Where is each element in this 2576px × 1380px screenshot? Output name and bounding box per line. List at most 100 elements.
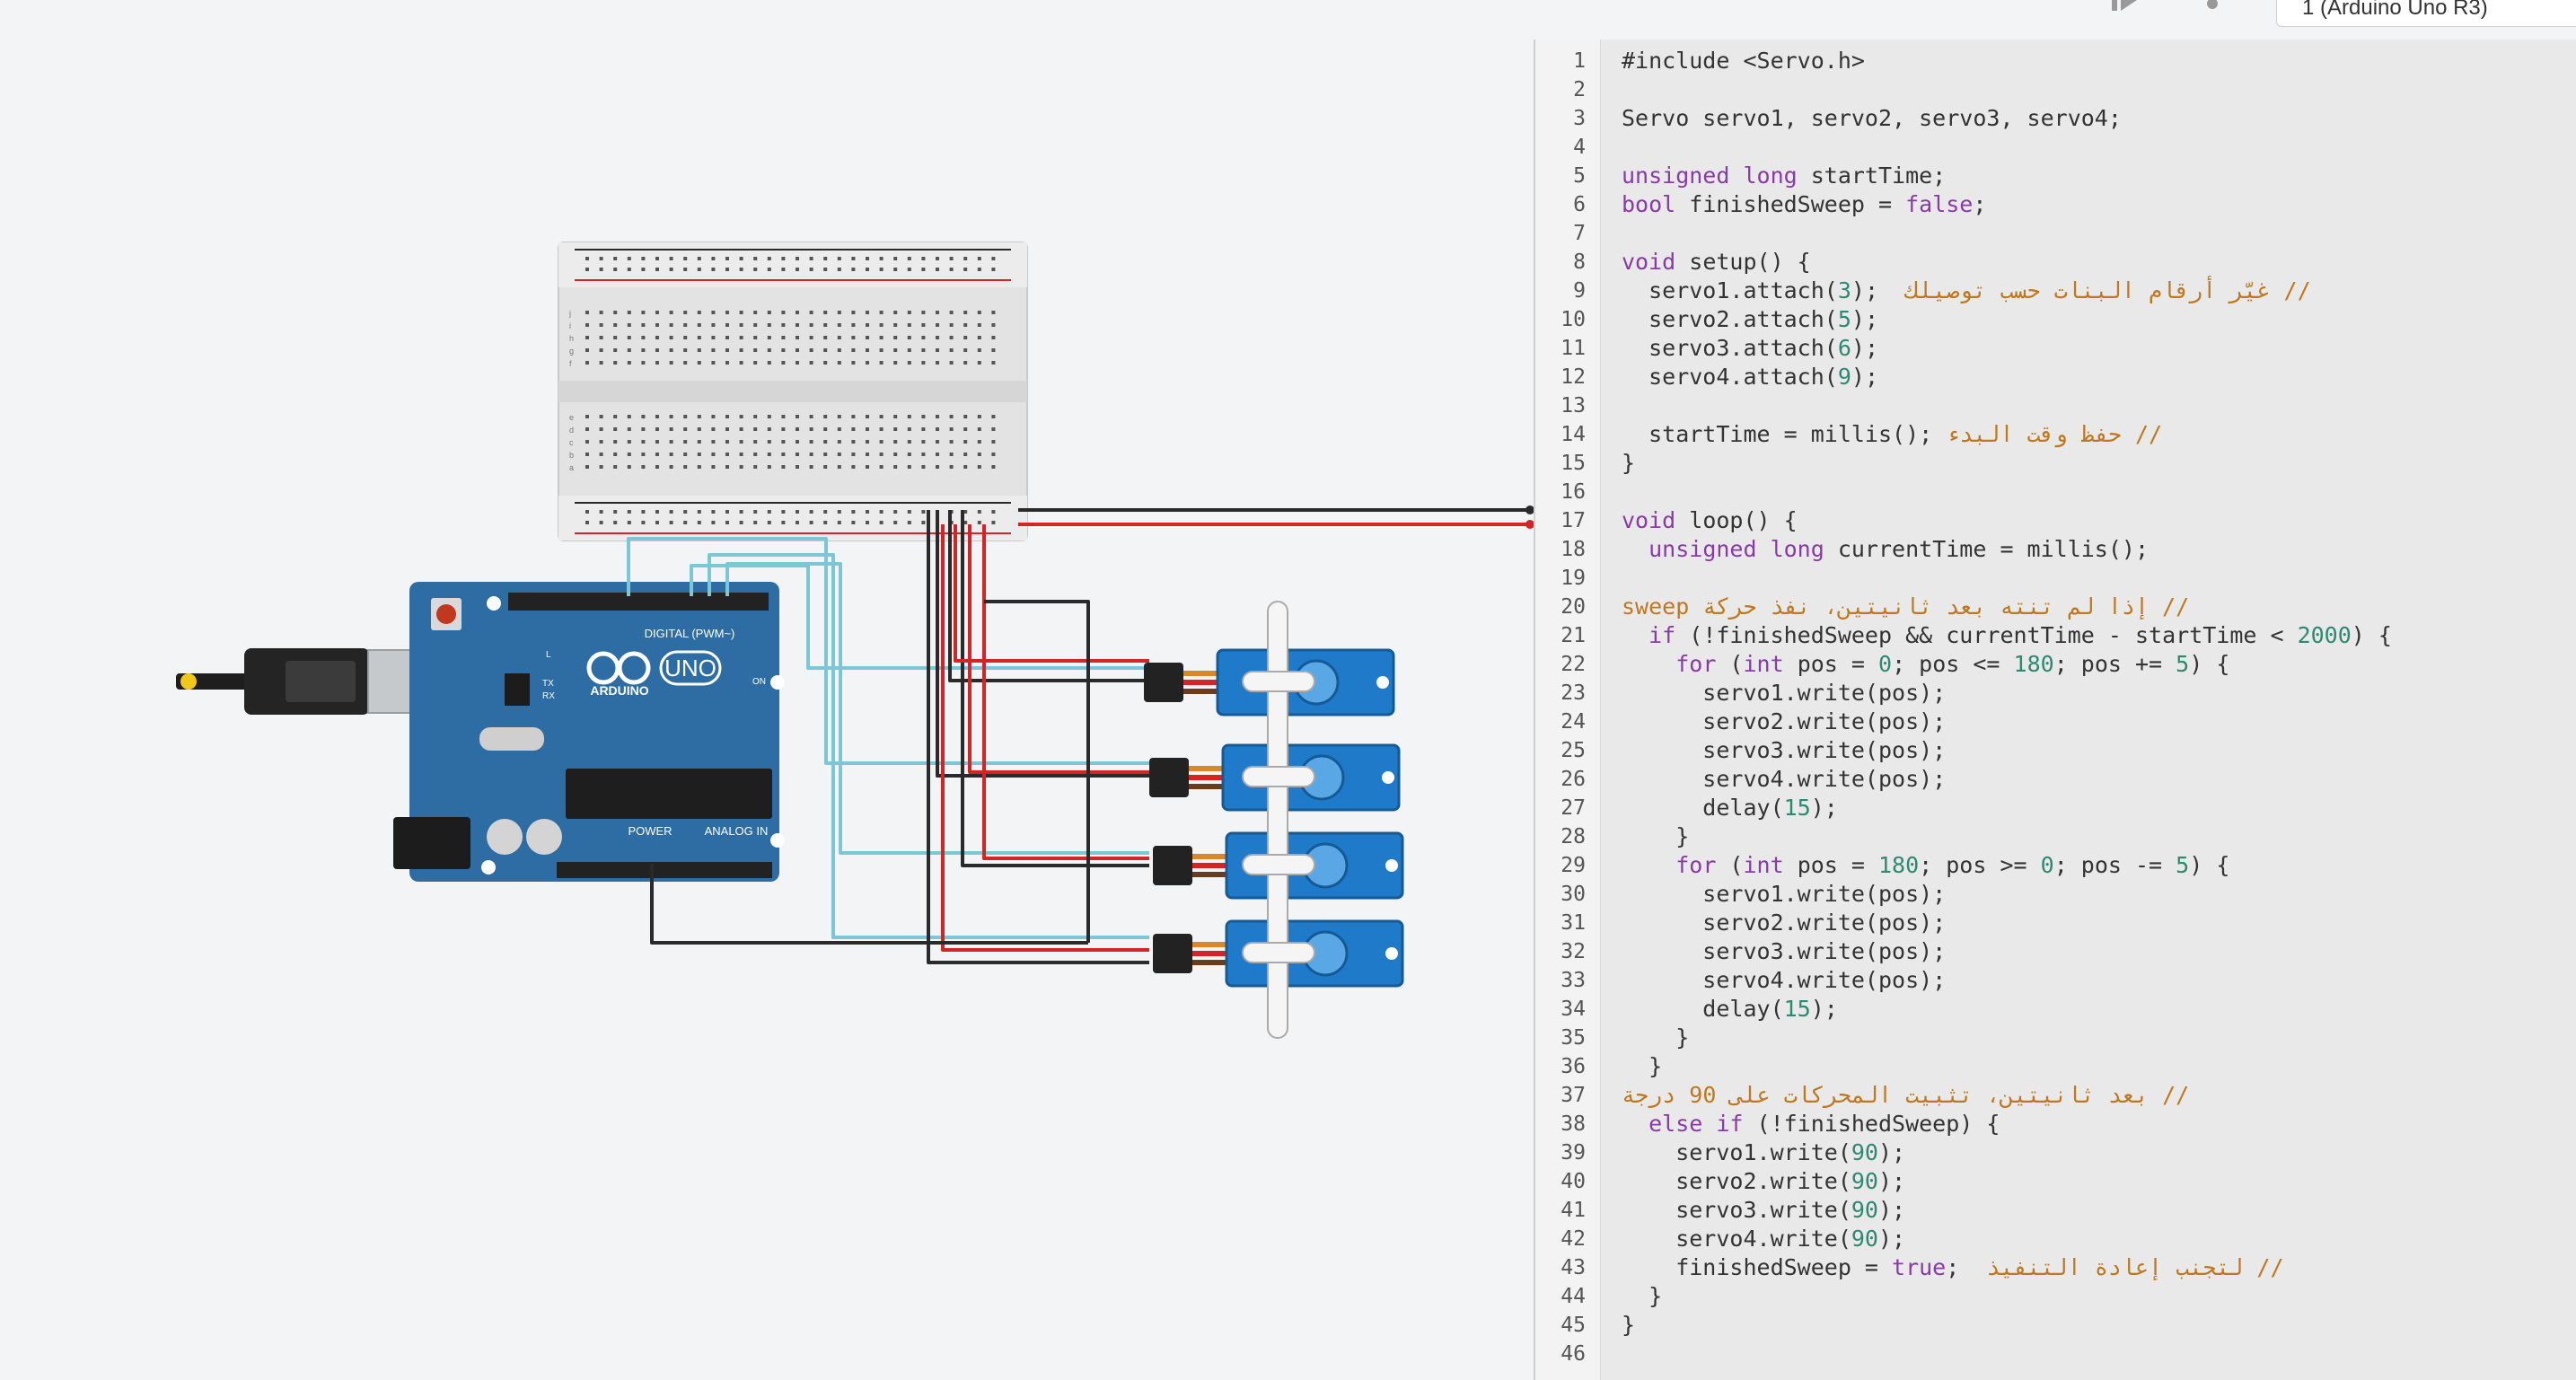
code-token: servo4.attach( [1622,364,1838,390]
code-line[interactable]: 32 servo3.write(pos); [1535,937,2576,966]
code-text: void loop() { [1622,506,1798,535]
code-line[interactable]: 25 servo3.write(pos); [1535,736,2576,765]
code-token: ; pos += [2053,651,2176,677]
code-text: } [1622,822,1689,851]
code-line[interactable]: 26 servo4.write(pos); [1535,765,2576,794]
code-token: ) { [2189,651,2230,677]
line-number: 42 [1561,1227,1586,1251]
code-token: } [1622,450,1636,476]
code-line[interactable]: 45} [1535,1311,2576,1340]
code-line[interactable]: 6 bool finishedSweep = false; [1535,190,2576,219]
code-line[interactable]: 18 unsigned long currentTime = millis(); [1535,535,2576,564]
code-line[interactable]: 30 servo1.write(pos); [1535,880,2576,909]
code-line[interactable]: 37 // بعد ثانيتين، تثبيت المحركات على 90… [1535,1081,2576,1110]
code-token: currentTime = millis(); [1824,536,2150,562]
code-token: servo2.write(pos); [1622,708,1947,734]
code-line[interactable]: 14 startTime = millis(); // حفظ وقت البد… [1535,420,2576,449]
code-text: #include <Servo.h> [1622,47,1865,75]
code-line[interactable]: 36 } [1535,1052,2576,1081]
code-line[interactable]: 12 servo4.attach(9); [1535,363,2576,391]
code-line[interactable]: 42 servo4.write(90); [1535,1225,2576,1253]
code-text: } [1622,1282,1662,1311]
code-line[interactable]: 35 } [1535,1024,2576,1052]
code-line[interactable]: 21 if (!finishedSweep && currentTime - s… [1535,621,2576,650]
code-text: servo4.write(90); [1622,1225,1905,1253]
code-line[interactable]: 34 delay(15); [1535,995,2576,1024]
code-token: } [1622,1312,1636,1338]
code-token: else if [1648,1111,1744,1137]
code-line[interactable]: 39 servo1.write(90); [1535,1138,2576,1167]
code-token: ( [1716,852,1744,878]
code-line[interactable]: 24 servo2.write(pos); [1535,708,2576,736]
code-line[interactable]: 38 else if (!finishedSweep) { [1535,1110,2576,1138]
code-line[interactable]: 23 servo1.write(pos); [1535,679,2576,708]
line-number: 38 [1561,1112,1586,1136]
code-token: ; [1946,1254,1987,1280]
code-line[interactable]: 16 [1535,478,2576,506]
debug-icon[interactable] [2207,0,2218,9]
code-line[interactable]: 28 } [1535,822,2576,851]
code-token: 15 [1783,996,1811,1022]
led-label-rx: RX [542,691,555,701]
code-line[interactable]: 7 [1535,219,2576,248]
code-line[interactable]: 31 servo2.write(pos); [1535,909,2576,937]
code-line[interactable]: 46 [1535,1340,2576,1368]
code-token: 5 [1837,306,1851,332]
code-token: } [1622,823,1690,849]
code-token: bool [1622,191,1676,217]
code-token: 5 [2176,651,2190,677]
code-line[interactable]: 27 delay(15); [1535,794,2576,822]
code-line[interactable]: 44 } [1535,1282,2576,1311]
code-line[interactable]: 5 unsigned long startTime; [1535,162,2576,190]
line-number: 32 [1561,940,1586,963]
code-text: servo3.write(pos); [1622,736,1946,765]
code-editor[interactable]: 1 #include <Servo.h> 2 3 Servo servo1, servo… [1534,40,2576,1380]
code-line[interactable]: 15} [1535,449,2576,478]
board-select[interactable]: 1 (Arduino Uno R3) [2276,0,2576,27]
breadboard-row-label: d [569,426,574,435]
code-line[interactable]: 9 servo1.attach(3); // غيّر أرقام البنات… [1535,277,2576,305]
breadboard-row-label: b [569,451,574,460]
code-line[interactable]: 29 for (int pos = 180; pos >= 0; pos -= … [1535,851,2576,880]
breadboard-row-label: h [569,334,574,343]
code-line[interactable]: 4 [1535,133,2576,162]
led-label-tx: TX [542,679,554,689]
code-line[interactable]: 41 servo3.write(90); [1535,1196,2576,1225]
code-line[interactable]: 17 void loop() { [1535,506,2576,535]
code-text: unsigned long currentTime = millis(); [1622,535,2149,564]
code-line[interactable]: 40 servo2.write(90); [1535,1167,2576,1196]
line-number: 27 [1561,796,1586,820]
code-line[interactable]: 2 [1535,75,2576,104]
code-token: servo3.write(pos); [1622,938,1947,964]
line-number: 16 [1561,480,1586,504]
digital-header-label: DIGITAL (PWM~) [645,627,735,640]
arduino-uno-board[interactable]: UNO ARDUINO DIGITAL (PWM~) POWER ANALOG … [393,582,785,882]
code-text: servo2.write(90); [1622,1167,1905,1196]
circuit-canvas[interactable]: abcdefghij UNO ARDUINO DIGITAL (PWM~) PO… [0,0,1534,1380]
breadboard[interactable]: abcdefghij [558,242,1028,541]
code-line[interactable]: 13 [1535,391,2576,420]
step-icon[interactable] [2112,0,2137,11]
code-token: 5 [2176,852,2190,878]
code-line[interactable]: 11 servo3.attach(6); [1535,334,2576,363]
code-line[interactable]: 8 void setup() { [1535,248,2576,277]
code-text: servo1.write(pos); [1622,679,1946,708]
code-line[interactable]: 19 [1535,564,2576,593]
code-line[interactable]: 20 // إذا لم تنته بعد ثانيتين، نفذ حركة … [1535,593,2576,621]
code-text: for (int pos = 0; pos <= 180; pos += 5) … [1622,650,2229,679]
code-line[interactable]: 1 #include <Servo.h> [1535,47,2576,75]
code-text: finishedSweep = true; // لتجنب إعادة الت… [1622,1253,2283,1282]
code-token: } [1622,1283,1663,1309]
code-token: servo3.write(pos); [1622,737,1947,763]
code-token: servo2.attach( [1622,306,1838,332]
code-line[interactable]: 33 servo4.write(pos); [1535,966,2576,995]
breadboard-row-label: g [569,347,574,356]
code-line[interactable]: 22 for (int pos = 0; pos <= 180; pos += … [1535,650,2576,679]
line-number: 37 [1561,1084,1586,1107]
code-line[interactable]: 3 Servo servo1, servo2, servo3, servo4; [1535,104,2576,133]
line-number: 3 [1573,107,1586,130]
analog-label: ANALOG IN [705,824,769,838]
code-line[interactable]: 43 finishedSweep = true; // لتجنب إعادة … [1535,1253,2576,1282]
code-line[interactable]: 10 servo2.attach(5); [1535,305,2576,334]
